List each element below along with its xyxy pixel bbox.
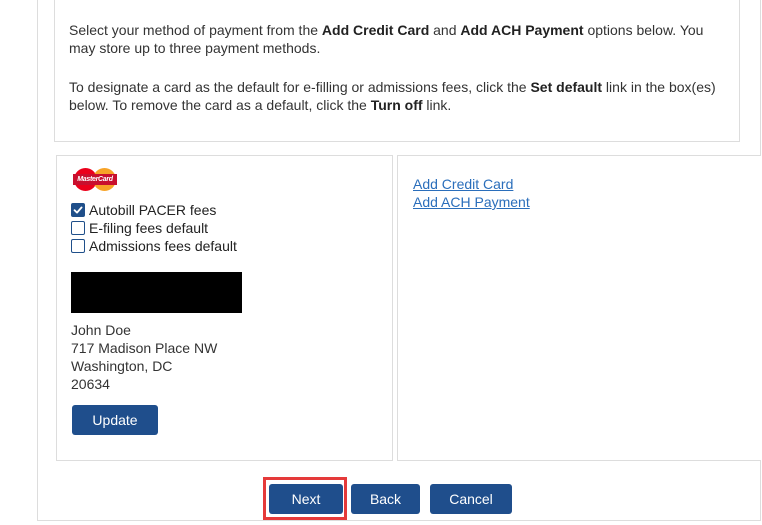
instructions-paragraph-1: Select your method of payment from the A… — [69, 21, 729, 57]
cardholder-name: John Doe — [71, 322, 131, 338]
instructions-paragraph-2: To designate a card as the default for e… — [69, 78, 729, 114]
stored-card-box: MasterCard Autobill PACER fees E-filing … — [56, 155, 393, 461]
update-button[interactable]: Update — [72, 405, 158, 435]
instr-text: and — [429, 22, 461, 38]
instr-bold-set-default: Set default — [530, 79, 603, 95]
admissions-default-label: Admissions fees default — [89, 238, 237, 254]
cancel-button[interactable]: Cancel — [430, 484, 512, 514]
address-street: 717 Madison Place NW — [71, 340, 218, 356]
admissions-default-option[interactable]: Admissions fees default — [71, 237, 237, 255]
admissions-default-checkbox[interactable] — [71, 239, 85, 253]
instr-bold-turn-off: Turn off — [370, 97, 423, 113]
address-zip: 20634 — [71, 376, 110, 392]
instr-text: Select your method of payment from the — [69, 22, 322, 38]
autobill-pacer-checkbox[interactable] — [71, 203, 85, 217]
back-button[interactable]: Back — [351, 484, 420, 514]
add-payment-links-box: Add Credit Card Add ACH Payment — [397, 155, 761, 461]
next-button[interactable]: Next — [269, 484, 343, 514]
redacted-card-number — [71, 272, 242, 313]
instr-text: link. — [422, 97, 452, 113]
efiling-default-option[interactable]: E-filing fees default — [71, 219, 208, 237]
checkmark-icon — [73, 206, 83, 214]
autobill-pacer-option[interactable]: Autobill PACER fees — [71, 201, 216, 219]
mastercard-logo-text: MasterCard — [73, 174, 117, 185]
address-city-state: Washington, DC — [71, 358, 173, 374]
add-credit-card-link[interactable]: Add Credit Card — [413, 176, 513, 192]
efiling-default-label: E-filing fees default — [89, 220, 209, 236]
add-ach-payment-link[interactable]: Add ACH Payment — [413, 194, 530, 210]
instr-bold-add-credit-card: Add Credit Card — [321, 22, 430, 38]
instr-text: To designate a card as the default for e… — [69, 79, 531, 95]
autobill-pacer-label: Autobill PACER fees — [89, 202, 217, 218]
efiling-default-checkbox[interactable] — [71, 221, 85, 235]
instr-bold-add-ach-payment: Add ACH Payment — [460, 22, 584, 38]
instructions-box: Select your method of payment from the A… — [54, 0, 740, 142]
mastercard-logo-icon: MasterCard — [73, 167, 117, 192]
